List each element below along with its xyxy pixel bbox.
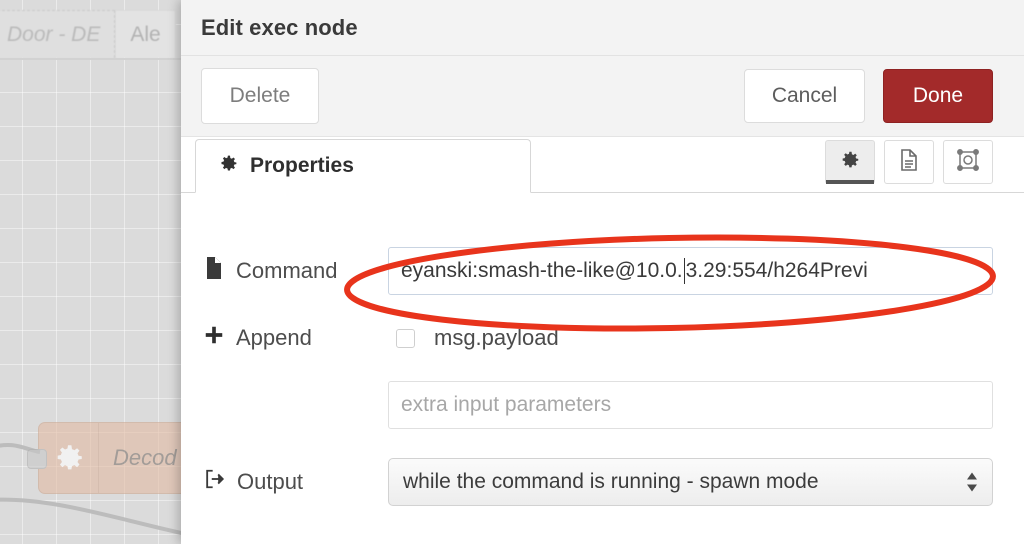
flow-canvas[interactable]: Door - DE Ale Decod	[0, 0, 186, 544]
text-caret	[683, 258, 685, 284]
file-icon	[203, 256, 225, 286]
gear-icon	[218, 153, 239, 179]
append-label-text: Append	[236, 325, 312, 350]
command-value-before: eyanski:smash-the-like@10.0.	[401, 259, 683, 282]
dialog-title: Edit exec node	[201, 14, 358, 40]
tab-appearance-icon-button[interactable]	[943, 140, 993, 184]
output-select-value: while the command is running - spawn mod…	[403, 470, 819, 493]
extra-params-row: extra input parameters	[203, 381, 993, 429]
append-row: Append msg.payload	[203, 324, 993, 352]
command-value-after: 3.29:554/h264Previ	[685, 259, 868, 282]
output-row: Output while the command is running - sp…	[203, 458, 993, 506]
command-label: Command	[203, 256, 388, 286]
append-payload-checkbox[interactable]	[396, 328, 415, 348]
append-payload-checkbox-wrap[interactable]: msg.payload	[388, 325, 559, 351]
tab-properties-label: Properties	[250, 154, 354, 177]
exec-node-decode[interactable]: Decod	[27, 422, 186, 494]
plus-icon	[203, 324, 225, 352]
tab-properties[interactable]: Properties	[195, 139, 531, 193]
screen: Door - DE Ale Decod Edit exec node Delet…	[0, 0, 1024, 544]
appearance-icon	[956, 148, 980, 177]
output-label-text: Output	[237, 469, 304, 494]
tab-filler	[531, 191, 825, 192]
extra-params-placeholder: extra input parameters	[401, 393, 612, 416]
append-label: Append	[203, 324, 388, 352]
dialog-button-bar: Delete Cancel Done	[181, 56, 1024, 137]
cancel-button[interactable]: Cancel	[744, 69, 865, 123]
exec-node-label: Decod	[113, 445, 177, 470]
tab-description-icon-button[interactable]	[884, 140, 934, 184]
dialog-header: Edit exec node	[181, 0, 1024, 56]
extra-params-input[interactable]: extra input parameters	[388, 381, 993, 429]
sign-out-icon	[203, 468, 226, 496]
output-label: Output	[203, 468, 388, 496]
properties-form: Command eyanski:smash-the-like@10.0. 3.29…	[181, 193, 1024, 506]
gear-icon	[839, 149, 861, 176]
command-input[interactable]: eyanski:smash-the-like@10.0. 3.29:554/h26…	[388, 247, 993, 295]
delete-button[interactable]: Delete	[201, 68, 319, 124]
append-payload-label: msg.payload	[434, 325, 559, 350]
node-input-port[interactable]	[27, 449, 47, 469]
edit-exec-node-dialog: Edit exec node Delete Cancel Done Proper…	[181, 0, 1024, 544]
gear-icon	[39, 423, 99, 493]
select-arrows-icon	[966, 472, 978, 492]
done-button[interactable]: Done	[883, 69, 993, 123]
command-row: Command eyanski:smash-the-like@10.0. 3.29…	[203, 247, 993, 295]
description-icon	[898, 148, 920, 177]
output-select[interactable]: while the command is running - spawn mod…	[388, 458, 993, 506]
tab-settings-icon-button[interactable]	[825, 140, 875, 184]
dialog-tab-strip: Properties	[181, 137, 1024, 193]
dialog-icon-tabs	[825, 140, 993, 184]
command-label-text: Command	[236, 258, 338, 283]
